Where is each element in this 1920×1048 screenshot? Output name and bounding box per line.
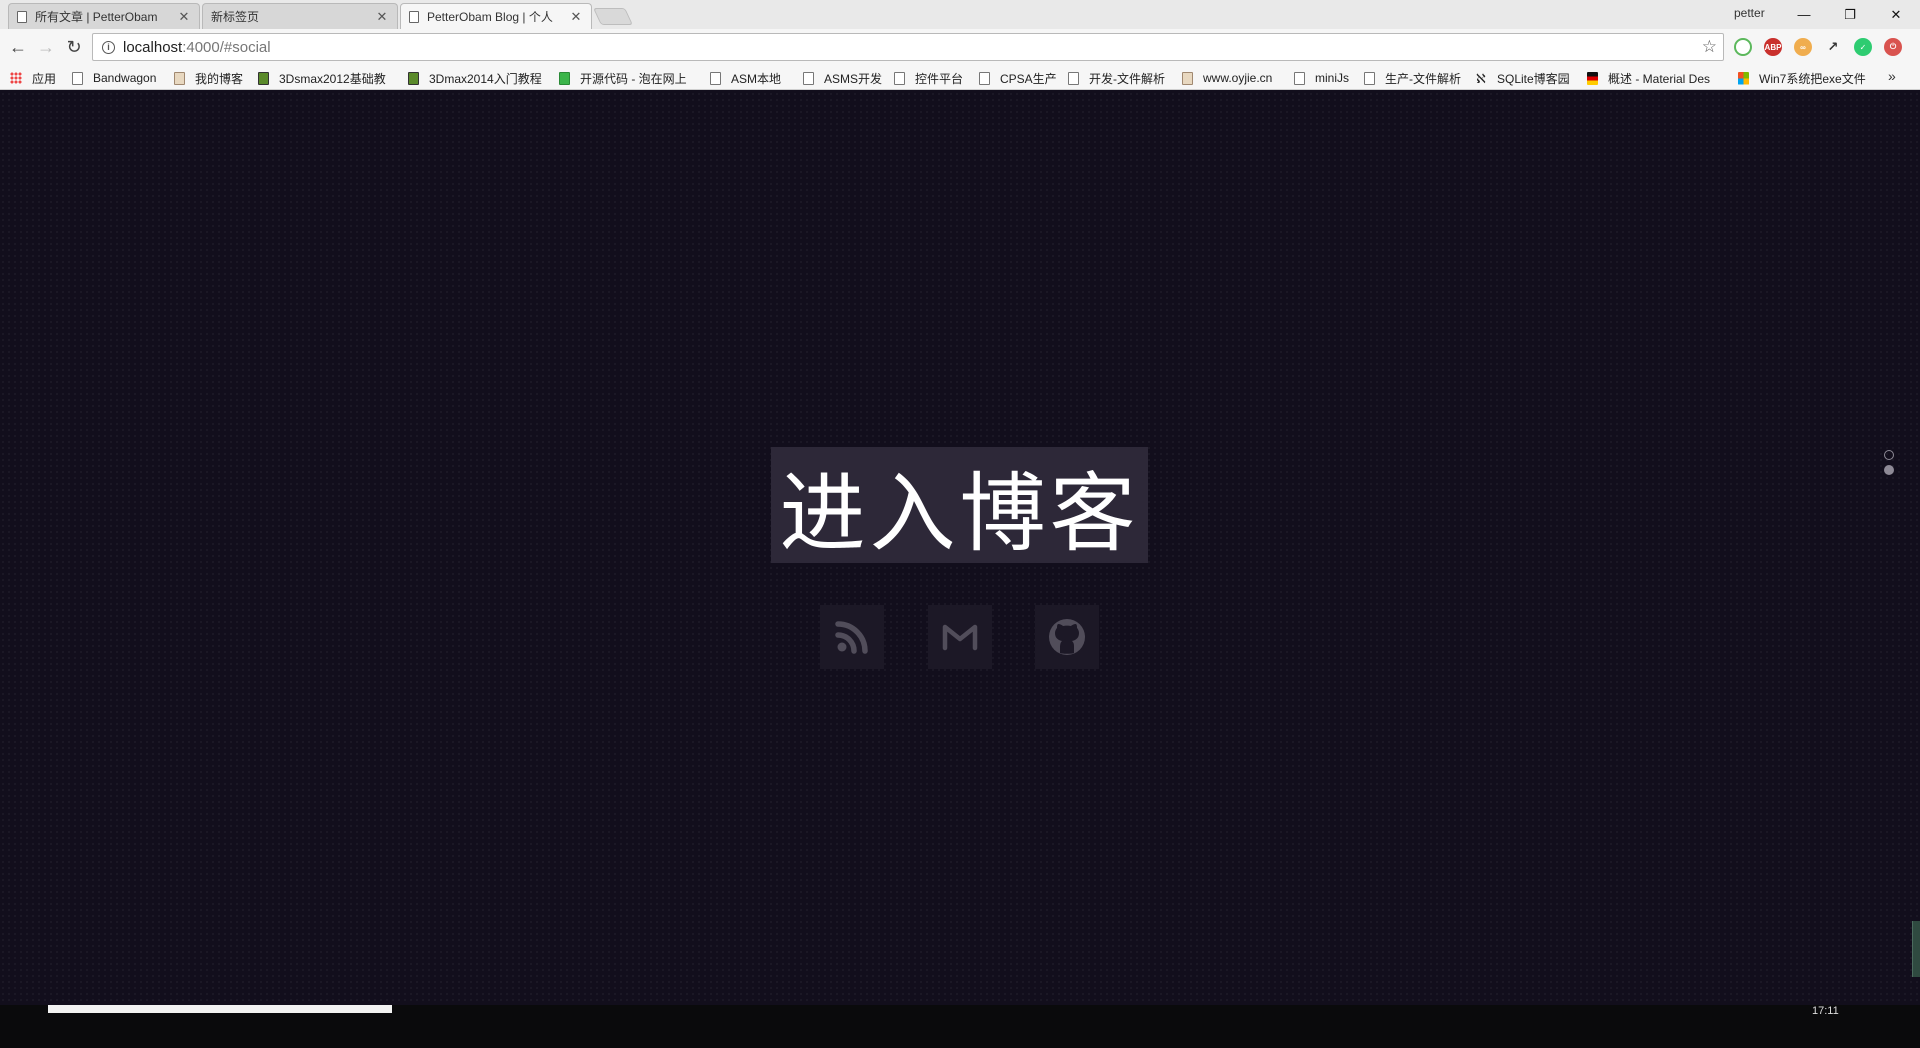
page-icon (894, 71, 905, 85)
bookmark-sqlite-cnblogs[interactable]: ℵ SQLite博客园 (1476, 69, 1586, 87)
bookmark-bandwagon[interactable]: Bandwagon (72, 69, 168, 87)
bookmark-3dmax2014[interactable]: 3Dmax2014入门教程 (408, 69, 550, 87)
bookmark-label: Win7系统把exe文件 (1759, 71, 1866, 86)
tab-title: PetterObam Blog | 个人 (427, 10, 553, 24)
apps-icon (10, 72, 22, 84)
bookmark-label: 3Dsmax2012基础教 (279, 71, 386, 86)
bookmark-label: 开发-文件解析 (1089, 71, 1165, 86)
back-arrow-icon[interactable]: ← (6, 35, 30, 59)
tab-title: 新标签页 (211, 10, 260, 24)
bookmark-label: SQLite博客园 (1497, 71, 1570, 86)
taskbar-window-preview[interactable] (48, 1005, 392, 1013)
feather-icon: ℵ (1476, 70, 1486, 86)
github-link[interactable] (1035, 605, 1099, 669)
apple-extension-icon[interactable] (1734, 38, 1752, 56)
infinity-extension-icon[interactable]: ∞ (1794, 38, 1812, 56)
new-tab-button[interactable] (593, 8, 633, 25)
bookmark-label: www.oyjie.cn (1203, 71, 1273, 85)
enter-blog-button[interactable]: 进入博客 (771, 447, 1148, 564)
bookmark-material-design[interactable]: 概述 - Material Des (1587, 69, 1713, 87)
url-host: localhost (123, 38, 183, 56)
bookmark-asm-local[interactable]: ASM本地 (710, 69, 794, 87)
vray-icon (258, 71, 269, 85)
bookmark-prod-file-parse[interactable]: 生产-文件解析 (1364, 69, 1468, 87)
gmail-icon (942, 624, 978, 651)
close-icon[interactable]: ✕ (177, 9, 191, 25)
shield-extension-icon[interactable]: ✓ (1854, 38, 1872, 56)
tab-strip: 所有文章 | PetterObam ✕ 新标签页 ✕ PetterObam Bl… (0, 0, 1920, 29)
taskbar-clock: 17:11 (1812, 1005, 1839, 1017)
rss-link[interactable] (820, 605, 884, 669)
bookmark-label: ASMS开发 (824, 71, 883, 86)
bookmark-cpsa-production[interactable]: CPSA生产 (979, 69, 1067, 87)
forward-arrow-icon[interactable]: → (34, 35, 58, 59)
flag-icon (1587, 71, 1598, 85)
bookmark-3dsmax2012[interactable]: 3Dsmax2012基础教 (258, 69, 396, 87)
bookmarks-bar: 应用 Bandwagon 我的博客 3Dsmax2012基础教 3Dmax201… (0, 65, 1920, 90)
page-viewport: 进入博客 (0, 91, 1920, 1005)
page-icon (979, 71, 990, 85)
vray-icon (408, 71, 419, 85)
chess-icon (1182, 71, 1193, 85)
bookmark-star-icon[interactable]: ☆ (1702, 37, 1717, 57)
adblock-icon[interactable]: ABP (1764, 38, 1782, 56)
url-path: :4000/#social (182, 38, 271, 56)
bookmark-label: 3Dmax2014入门教程 (429, 71, 542, 86)
page-icon (409, 10, 419, 23)
bookmark-label: 生产-文件解析 (1385, 71, 1461, 86)
close-icon[interactable]: ✕ (375, 9, 389, 25)
bookmark-my-blog[interactable]: 我的博客 (174, 69, 250, 87)
bookmark-minijs[interactable]: miniJs (1294, 69, 1356, 87)
section-dot-2[interactable] (1884, 465, 1894, 475)
bookmark-label: 开源代码 - 泡在网上 (580, 71, 687, 86)
tab-new-tab[interactable]: 新标签页 ✕ (202, 3, 398, 29)
reload-icon[interactable]: ↻ (62, 35, 86, 59)
page-icon (710, 71, 721, 85)
windows-icon (1738, 71, 1749, 85)
page-icon (72, 71, 83, 85)
page-icon (1294, 71, 1305, 85)
bookmark-win7-exe[interactable]: Win7系统把exe文件 (1738, 69, 1878, 87)
chart-extension-icon[interactable]: ↗ (1824, 38, 1842, 56)
bookmark-label: Bandwagon (93, 71, 157, 85)
bookmark-apps[interactable]: 应用 (10, 69, 65, 87)
info-icon[interactable]: i (102, 40, 115, 54)
chess-icon (174, 71, 185, 85)
bookmark-dev-file-parse[interactable]: 开发-文件解析 (1068, 69, 1172, 87)
profile-name[interactable]: petter (1734, 6, 1765, 20)
scroll-indicator[interactable] (1912, 921, 1920, 977)
mail-link[interactable] (928, 605, 992, 669)
bookmark-label: miniJs (1315, 71, 1350, 85)
bookmarks-overflow-icon[interactable]: » (1888, 68, 1896, 84)
bookmark-label: 控件平台 (915, 71, 964, 86)
page-icon (803, 71, 814, 85)
bookmark-open-source[interactable]: 开源代码 - 泡在网上 (559, 69, 699, 87)
browser-toolbar: ← → ↻ i localhost :4000/#social ☆ ABP ∞ … (0, 29, 1920, 65)
page-icon (1364, 71, 1375, 85)
section-dot-1[interactable] (1884, 450, 1894, 460)
restore-icon[interactable]: ❐ (1827, 0, 1873, 29)
power-extension-icon[interactable]: ⏻ (1884, 38, 1902, 56)
close-window-icon[interactable]: ✕ (1873, 0, 1919, 29)
bookmark-label: CPSA生产 (1000, 71, 1057, 86)
address-bar[interactable]: i localhost :4000/#social ☆ (92, 33, 1724, 61)
bookmark-label: 应用 (32, 71, 57, 86)
tab-all-articles[interactable]: 所有文章 | PetterObam ✕ (8, 3, 200, 29)
bookmark-label: 概述 - Material Des (1608, 71, 1711, 86)
taskbar: 17:11 (0, 1005, 1920, 1048)
bookmark-control-platform[interactable]: 控件平台 (894, 69, 976, 87)
bookmark-oyjie[interactable]: www.oyjie.cn (1182, 69, 1286, 87)
tab-title: 所有文章 | PetterObam (35, 10, 158, 24)
github-icon (1049, 619, 1085, 655)
rss-icon (835, 621, 868, 654)
page-icon (1068, 71, 1079, 85)
page-icon (17, 10, 27, 23)
bookmark-asms-dev[interactable]: ASMS开发 (803, 69, 889, 87)
bookmark-label: 我的博客 (195, 71, 244, 86)
close-icon[interactable]: ✕ (569, 9, 583, 25)
minimize-icon[interactable]: — (1781, 0, 1827, 29)
bookmark-label: ASM本地 (731, 71, 782, 86)
j-icon (559, 71, 570, 85)
tab-petterobam-blog[interactable]: PetterObam Blog | 个人 ✕ (400, 3, 592, 29)
